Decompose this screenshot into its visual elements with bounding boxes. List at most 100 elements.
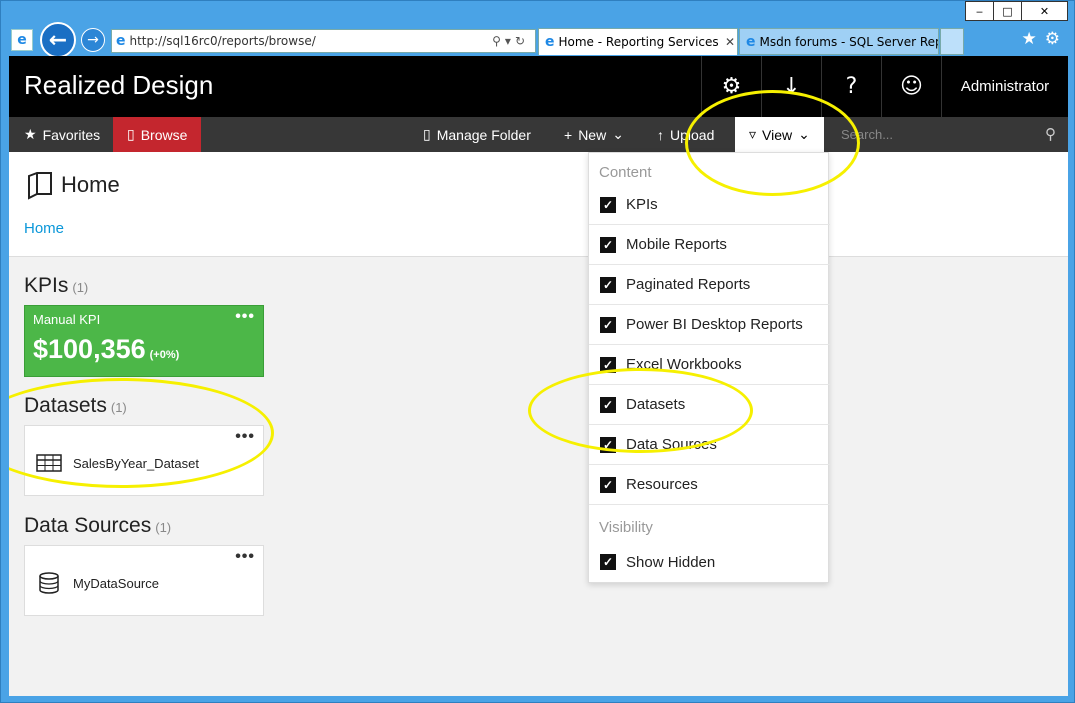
favorites-button[interactable]: ★ Favorites — [24, 117, 100, 152]
search-icon[interactable]: ⚲ — [1045, 125, 1056, 143]
section-count-datasources: (1) — [155, 520, 172, 535]
menu-item-label: Paginated Reports — [626, 276, 751, 293]
checkbox-checked-icon[interactable]: ✓ — [600, 396, 616, 413]
browser-nav-bar: e ← → e http://sql16rc0/reports/browse/ … — [1, 22, 1074, 58]
maximize-button[interactable]: □ — [993, 1, 1022, 21]
back-arrow-icon[interactable]: ← — [40, 22, 76, 58]
plus-icon: + — [564, 126, 573, 143]
search-input[interactable]: Search... ⚲ — [829, 117, 1068, 152]
menu-item-data-sources[interactable]: ✓ Data Sources — [589, 425, 830, 465]
close-button[interactable]: ✕ — [1021, 1, 1068, 21]
new-tab-button[interactable] — [940, 28, 964, 55]
kpi-value-text: $100,356 — [33, 334, 146, 364]
checkbox-checked-icon[interactable]: ✓ — [600, 436, 616, 453]
ie-icon: e — [11, 29, 33, 51]
upload-arrow-icon: ↑ — [657, 126, 664, 143]
ie-icon: e — [746, 33, 756, 50]
tab-msdn[interactable]: e Msdn forums - SQL Server Rep... — [739, 28, 939, 55]
menu-item-excel-workbooks[interactable]: ✓ Excel Workbooks — [589, 345, 830, 385]
section-datasources: Data Sources (1) — [24, 514, 171, 538]
page-title: Home — [61, 172, 120, 197]
checkbox-checked-icon[interactable]: ✓ — [600, 276, 616, 293]
ie-icon: e — [116, 33, 126, 49]
dropdown-icon[interactable]: ▾ — [505, 34, 515, 48]
kpi-value: $100,356 (+0%) — [33, 334, 179, 365]
section-title-datasets: Datasets — [24, 394, 107, 417]
menu-item-label: Excel Workbooks — [626, 356, 742, 373]
search-placeholder: Search... — [841, 127, 894, 142]
folder-icon — [28, 172, 52, 200]
database-icon — [39, 572, 59, 594]
menu-item-show-hidden[interactable]: ✓ Show Hidden — [589, 542, 830, 582]
browser-tools: ★ ⚙ — [1022, 29, 1061, 49]
ie-icon: e — [545, 34, 555, 50]
address-bar[interactable]: e http://sql16rc0/reports/browse/ ⚲▾↻ — [111, 29, 536, 53]
chevron-down-icon: ⌄ — [612, 126, 624, 142]
dataset-tile[interactable]: ••• SalesByYear_Dataset — [24, 425, 264, 496]
tab-home[interactable]: e Home - Reporting Services ... ✕ — [538, 28, 738, 55]
manage-folder-label: Manage Folder — [436, 126, 531, 143]
menu-item-datasets[interactable]: ✓ Datasets — [589, 385, 830, 425]
kpi-delta: (+0%) — [149, 349, 180, 361]
section-count-kpis: (1) — [72, 280, 89, 295]
menu-item-kpis[interactable]: ✓ KPIs — [589, 185, 830, 225]
checkbox-checked-icon[interactable]: ✓ — [600, 196, 616, 213]
checkbox-checked-icon[interactable]: ✓ — [600, 554, 616, 570]
address-url[interactable]: http://sql16rc0/reports/browse/ — [130, 34, 493, 48]
checkbox-checked-icon[interactable]: ✓ — [600, 356, 616, 373]
dropdown-group-visibility: Visibility — [599, 519, 653, 536]
help-icon[interactable]: ? — [821, 56, 881, 117]
view-button[interactable]: ▿ View ⌄ — [735, 117, 824, 152]
new-button[interactable]: + New ⌄ — [564, 117, 624, 152]
brand-title[interactable]: Realized Design — [24, 70, 213, 101]
manage-folder-button[interactable]: ▯ Manage Folder — [423, 117, 531, 152]
menu-item-label: Power BI Desktop Reports — [626, 316, 803, 333]
menu-item-paginated-reports[interactable]: ✓ Paginated Reports — [589, 265, 830, 305]
window-controls: ‒ □ ✕ — [965, 1, 1068, 22]
more-options-icon[interactable]: ••• — [235, 428, 255, 446]
menu-item-resources[interactable]: ✓ Resources — [589, 465, 830, 505]
kpi-tile[interactable]: Manual KPI ••• $100,356 (+0%) — [24, 305, 264, 377]
datasource-tile[interactable]: ••• MyDataSource — [24, 545, 264, 616]
section-title-datasources: Data Sources — [24, 514, 152, 537]
address-tools[interactable]: ⚲▾↻ — [492, 34, 535, 48]
menu-item-power-bi-reports[interactable]: ✓ Power BI Desktop Reports — [589, 305, 830, 345]
user-menu[interactable]: Administrator — [941, 56, 1068, 117]
close-icon[interactable]: ✕ — [723, 35, 737, 49]
more-options-icon[interactable]: ••• — [235, 308, 255, 326]
download-icon[interactable]: ↓ — [761, 56, 821, 117]
new-label: New — [578, 126, 607, 143]
forward-arrow-icon[interactable]: → — [81, 28, 105, 52]
view-label: View — [762, 126, 793, 143]
kpi-name: Manual KPI — [33, 312, 101, 327]
more-options-icon[interactable]: ••• — [235, 548, 255, 566]
search-icon[interactable]: ⚲ — [492, 34, 505, 48]
gear-icon[interactable]: ⚙ — [701, 56, 761, 117]
datasource-label: MyDataSource — [73, 576, 159, 591]
menu-item-label: Resources — [626, 476, 698, 493]
favorites-label: Favorites — [42, 126, 101, 143]
refresh-icon[interactable]: ↻ — [515, 34, 529, 48]
checkbox-checked-icon[interactable]: ✓ — [600, 316, 616, 333]
smiley-icon[interactable]: ☺ — [881, 56, 941, 117]
document-icon: ▯ — [423, 126, 431, 142]
tab-label: Home - Reporting Services ... — [558, 35, 724, 49]
checkbox-checked-icon[interactable]: ✓ — [600, 236, 616, 253]
upload-button[interactable]: ↑ Upload — [657, 117, 714, 152]
breadcrumb[interactable]: Home — [24, 220, 64, 237]
checkbox-checked-icon[interactable]: ✓ — [600, 476, 616, 493]
app-header: Realized Design ⚙ ↓ ? ☺ Administrator — [9, 56, 1068, 117]
browse-label: Browse — [140, 126, 188, 143]
section-title-kpis: KPIs — [24, 274, 69, 297]
browse-button[interactable]: ▯ Browse — [113, 117, 202, 152]
gear-icon[interactable]: ⚙ — [1045, 29, 1060, 49]
page-title-area: Home Home — [9, 152, 1068, 257]
section-datasets: Datasets (1) — [24, 394, 127, 418]
star-icon[interactable]: ★ — [1022, 29, 1037, 49]
upload-label: Upload — [670, 126, 715, 143]
table-icon — [36, 454, 62, 472]
minimize-button[interactable]: ‒ — [965, 1, 994, 21]
star-icon: ★ — [24, 126, 37, 142]
chevron-down-icon: ⌄ — [798, 126, 810, 142]
menu-item-mobile-reports[interactable]: ✓ Mobile Reports — [589, 225, 830, 265]
